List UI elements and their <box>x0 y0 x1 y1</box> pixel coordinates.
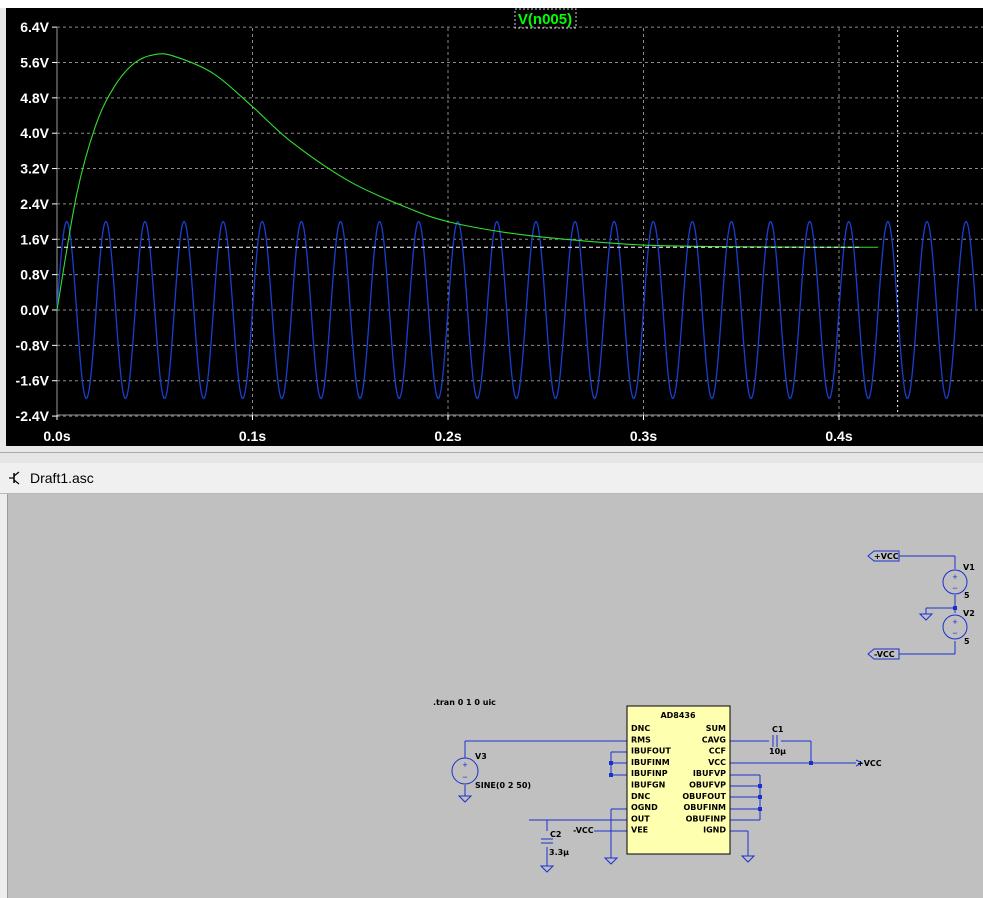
x-tick-label: 0.4s <box>825 428 852 444</box>
y-tick-label: -0.8V <box>16 337 50 353</box>
ic-name: AD8436 <box>660 711 696 720</box>
y-tick-label: 2.4V <box>20 196 49 212</box>
ic-pin-label: RMS <box>631 735 651 744</box>
y-tick-label: 6.4V <box>20 19 49 35</box>
x-tick-label: 0.0s <box>43 428 70 444</box>
y-tick-label: 4.8V <box>20 90 49 106</box>
ic-pin-label: IBUFINP <box>631 769 668 778</box>
x-tick-label: 0.1s <box>239 428 266 444</box>
schematic-drawing[interactable]: AD8436 DNC RMS IBUFOUT IBUFINM IBUFINP IBUFGN… <box>8 494 983 898</box>
svg-text:−: − <box>462 772 467 782</box>
ic-pin-label: IBUFOUT <box>631 747 671 756</box>
trace-label-text: V(n005) <box>518 11 572 28</box>
net-label-vcc-output[interactable]: +VCC <box>855 759 882 768</box>
schematic-canvas[interactable]: AD8436 DNC RMS IBUFOUT IBUFINM IBUFINP IBUFGN… <box>7 494 983 898</box>
waveform-plot[interactable]: 6.4V 5.6V 4.8V 4.0V 3.2V 2.4V 1.6V 0.8V 0.0V -0.8… <box>0 0 983 454</box>
y-tick-label: 3.2V <box>20 161 49 177</box>
plot-window-topbar <box>0 0 983 8</box>
net-label-plus-vcc[interactable]: +VCC <box>867 550 900 562</box>
y-tick-label: -1.6V <box>16 373 50 389</box>
transistor-icon <box>9 471 20 485</box>
y-tick-label: -2.4V <box>16 408 50 424</box>
svg-text:−: − <box>952 628 957 638</box>
c1-value: 10µ <box>769 747 786 756</box>
ic-ad8436[interactable]: AD8436 DNC RMS IBUFOUT IBUFINM IBUFINP IBUFGN… <box>626 705 731 855</box>
net-label-minus-vcc[interactable]: -VCC <box>867 648 900 660</box>
svg-text:+: + <box>952 572 957 582</box>
ic-pin-label: IBUFINM <box>631 758 670 767</box>
svg-text:+VCC: +VCC <box>857 759 882 768</box>
y-tick-label: 0.0V <box>20 302 49 318</box>
voltage-source-v1[interactable]: + − V1 5 <box>942 563 975 600</box>
ic-pin-label: OUT <box>631 814 650 823</box>
schematic-tab[interactable]: Draft1.asc <box>0 463 983 494</box>
spice-directive[interactable]: .tran 0 1 0 uic <box>433 698 496 707</box>
ic-pin-label: VEE <box>631 826 648 835</box>
x-tick-label: 0.3s <box>630 428 657 444</box>
ic-pin-label: CAVG <box>702 735 726 744</box>
svg-text:+: + <box>952 617 957 627</box>
y-tick-label: 4.0V <box>20 125 49 141</box>
schematic-area[interactable]: AD8436 DNC RMS IBUFOUT IBUFINM IBUFINP IBUFGN… <box>0 494 983 898</box>
v3-value: SINE(0 2 50) <box>475 781 531 790</box>
v3-name: V3 <box>475 752 487 761</box>
ic-pin-label: DNC <box>631 792 650 801</box>
tab-title: Draft1.asc <box>30 470 94 486</box>
ic-pin-label: OBUFINM <box>684 803 727 812</box>
svg-text:+: + <box>462 760 467 770</box>
net-label-vee[interactable]: -VCC <box>573 826 594 835</box>
v1-name: V1 <box>963 563 975 572</box>
ic-pin-label: OBUFINP <box>686 814 727 823</box>
c2-value: 3.3µ <box>549 848 569 857</box>
ic-pin-label: SUM <box>706 724 726 733</box>
v2-value: 5 <box>964 637 970 646</box>
ic-pin-label: OBUFOUT <box>682 792 726 801</box>
x-tick-label: 0.2s <box>434 428 461 444</box>
v1-value: 5 <box>964 591 970 600</box>
ic-pin-label: OGND <box>631 803 658 812</box>
capacitor-c2[interactable]: C2 3.3µ <box>541 830 569 857</box>
waveform-viewer[interactable]: 6.4V 5.6V 4.8V 4.0V 3.2V 2.4V 1.6V 0.8V 0.0V -0.8… <box>0 0 983 454</box>
v2-name: V2 <box>963 609 975 618</box>
y-tick-label: 5.6V <box>20 54 49 70</box>
svg-text:+VCC: +VCC <box>874 552 899 561</box>
voltage-source-v2[interactable]: + − V2 5 <box>942 609 975 646</box>
ic-pin-label: IBUFVP <box>693 769 726 778</box>
ic-pin-label: OBUFVP <box>689 781 726 790</box>
pane-splitter[interactable] <box>0 452 983 463</box>
svg-text:−: − <box>952 583 957 593</box>
trace-label[interactable]: V(n005) <box>514 8 577 29</box>
ic-pin-label: IGND <box>703 826 726 835</box>
ic-pin-label: DNC <box>631 724 650 733</box>
ic-pin-label: VCC <box>708 758 726 767</box>
ic-pin-label: IBUFGN <box>631 781 665 790</box>
y-tick-label: 0.8V <box>20 267 49 283</box>
y-tick-label: 1.6V <box>20 231 49 247</box>
c2-name: C2 <box>550 830 561 839</box>
ic-pin-label: CCF <box>709 747 726 756</box>
c1-name: C1 <box>772 725 784 734</box>
voltage-source-v3[interactable]: + − V3 SINE(0 2 50) <box>451 752 531 790</box>
svg-text:-VCC: -VCC <box>874 650 895 659</box>
